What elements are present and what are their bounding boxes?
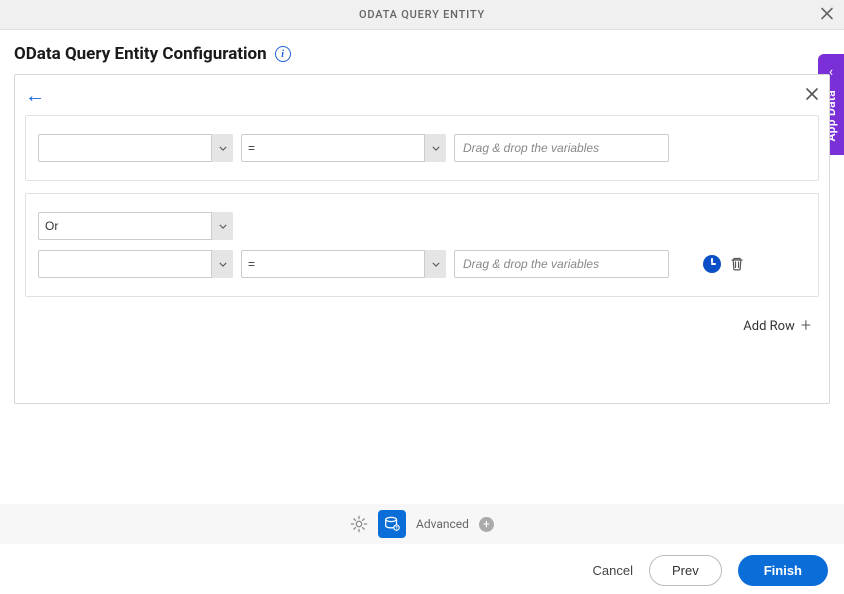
- delete-row-button[interactable]: [729, 256, 745, 272]
- dialog-title: ODATA QUERY ENTITY: [359, 8, 485, 21]
- dialog-header: ODATA QUERY ENTITY: [0, 0, 844, 30]
- field-select[interactable]: [38, 250, 233, 278]
- operator-select[interactable]: [241, 134, 446, 162]
- condition-row: [38, 250, 806, 278]
- advanced-add-button[interactable]: +: [479, 517, 494, 532]
- value-input[interactable]: [454, 134, 669, 162]
- condition-group-2: [25, 193, 819, 297]
- add-row-button[interactable]: Add Row +: [15, 309, 829, 335]
- logic-row: [38, 212, 806, 240]
- prev-button[interactable]: Prev: [649, 555, 722, 586]
- database-icon: ?: [383, 515, 401, 533]
- back-arrow-icon[interactable]: ←: [25, 83, 45, 108]
- settings-button[interactable]: [350, 515, 368, 533]
- logic-select-input[interactable]: [38, 212, 233, 240]
- add-row-label: Add Row: [743, 319, 795, 334]
- operator-select-input[interactable]: [241, 134, 446, 162]
- cancel-button[interactable]: Cancel: [593, 563, 633, 578]
- builder-top-bar: ←: [15, 75, 829, 115]
- query-builder-panel: ←: [14, 74, 830, 404]
- page-heading: OData Query Entity Configuration i: [0, 30, 844, 74]
- field-select[interactable]: [38, 134, 233, 162]
- condition-group-1: [25, 115, 819, 181]
- logic-select[interactable]: [38, 212, 233, 240]
- field-select-input[interactable]: [38, 134, 233, 162]
- operator-select[interactable]: [241, 250, 446, 278]
- advanced-label: Advanced: [416, 517, 469, 531]
- dialog-close-icon[interactable]: [820, 5, 834, 24]
- finish-button[interactable]: Finish: [738, 555, 828, 586]
- page-title: OData Query Entity Configuration: [14, 44, 267, 64]
- operator-select-input[interactable]: [241, 250, 446, 278]
- bottom-toolbar: ? Advanced +: [0, 504, 844, 544]
- query-mode-button[interactable]: ?: [378, 510, 406, 538]
- panel-close-icon[interactable]: [805, 85, 819, 106]
- field-select-input[interactable]: [38, 250, 233, 278]
- condition-row: [38, 134, 806, 162]
- clock-icon: [703, 255, 721, 273]
- info-icon[interactable]: i: [275, 46, 291, 62]
- dialog-footer: Cancel Prev Finish: [0, 546, 844, 594]
- recent-values-button[interactable]: [703, 255, 721, 273]
- value-input[interactable]: [454, 250, 669, 278]
- gear-icon: [350, 515, 368, 533]
- plus-circle-icon: +: [483, 518, 490, 530]
- trash-icon: [729, 256, 745, 272]
- plus-icon: +: [801, 317, 811, 335]
